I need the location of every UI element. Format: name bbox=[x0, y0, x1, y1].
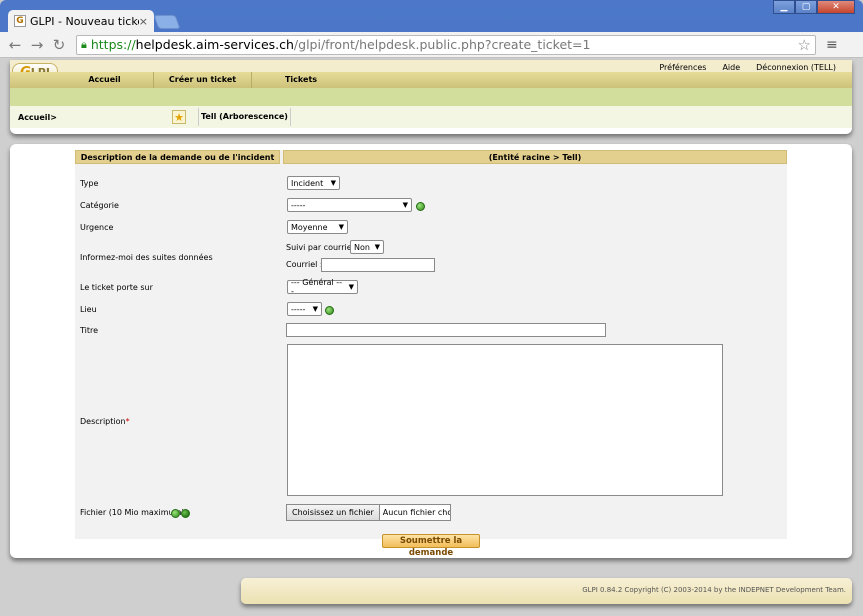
type-select[interactable]: Incident ▼ bbox=[287, 176, 340, 190]
form-header: Description de la demande ou de l'incide… bbox=[75, 150, 787, 164]
required-marker: * bbox=[125, 417, 130, 426]
ticket-form: Description de la demande ou de l'incide… bbox=[75, 150, 787, 558]
breadcrumb-bar: Accueil> ★ Tell (Arborescence) bbox=[10, 106, 852, 128]
url-scheme: https:// bbox=[90, 37, 136, 52]
dropdown-arrow-icon: ▼ bbox=[338, 223, 344, 231]
category-select[interactable]: ----- ▼ bbox=[287, 198, 412, 212]
file-status: Aucun fichier choisi bbox=[382, 508, 450, 517]
glpi-header: GLPI Préférences Aide Déconnexion (TELL)… bbox=[10, 60, 852, 134]
preferences-menu: Préférences Aide Déconnexion (TELL) bbox=[659, 63, 836, 72]
email-input[interactable] bbox=[321, 258, 435, 272]
lock-icon: 🔒︎ bbox=[81, 37, 87, 51]
url-path: /glpi/front/helpdesk.public.php?create_t… bbox=[293, 37, 591, 52]
minimize-icon[interactable]: ▁ bbox=[773, 0, 795, 14]
dropdown-arrow-icon: ▼ bbox=[330, 179, 336, 187]
glpi-favicon-icon: G bbox=[14, 15, 26, 27]
window-controls: ▁ ▢ ✕ bbox=[773, 0, 855, 14]
menu-item-home[interactable]: Accueil bbox=[56, 72, 154, 88]
form-header-description: Description de la demande ou de l'incide… bbox=[75, 150, 280, 164]
submit-button[interactable]: Soumettre la demande bbox=[382, 534, 480, 558]
browser-toolbar: ← → ↻ 🔒︎ https:// helpdesk.aim-services.… bbox=[0, 32, 863, 58]
description-textarea[interactable] bbox=[287, 344, 723, 496]
tab-title: GLPI - Nouveau ticket bbox=[30, 14, 139, 28]
maximize-icon[interactable]: ▢ bbox=[795, 0, 817, 14]
sub-menu bbox=[10, 88, 852, 106]
item-label: Le ticket porte sur bbox=[80, 283, 153, 292]
choose-file-button[interactable]: Choisissez un fichier bbox=[287, 505, 380, 520]
category-add-icon[interactable] bbox=[416, 202, 425, 211]
title-label: Titre bbox=[80, 326, 99, 335]
category-value: ----- bbox=[291, 200, 306, 210]
menu-item-tickets[interactable]: Tickets bbox=[252, 72, 350, 88]
back-arrow-icon[interactable]: ← bbox=[6, 36, 24, 54]
followup-label: Suivi par courriel bbox=[286, 243, 354, 252]
footer: GLPI 0.84.2 Copyright (C) 2003-2014 by t… bbox=[241, 578, 852, 604]
urgency-value: Moyenne bbox=[291, 222, 328, 232]
dropdown-arrow-icon: ▼ bbox=[312, 305, 318, 313]
page-viewport: GLPI Préférences Aide Déconnexion (TELL)… bbox=[0, 58, 863, 616]
type-value: Incident bbox=[291, 178, 324, 188]
main-menu: Accueil Créer un ticket Tickets bbox=[10, 72, 852, 88]
inform-label: Informez-moi des suites données bbox=[80, 253, 213, 262]
file-info-icon[interactable] bbox=[171, 509, 180, 518]
browser-menu-icon[interactable]: ≡ bbox=[826, 37, 838, 53]
followup-value: Non bbox=[354, 242, 370, 252]
address-bar[interactable]: 🔒︎ https:// helpdesk.aim-services.ch /gl… bbox=[76, 34, 816, 55]
file-add-icon[interactable] bbox=[181, 509, 190, 518]
reload-icon[interactable]: ↻ bbox=[50, 36, 68, 54]
followup-select[interactable]: Non ▼ bbox=[350, 240, 384, 254]
title-input[interactable] bbox=[286, 323, 606, 337]
location-add-icon[interactable] bbox=[325, 306, 334, 315]
menu-item-create-ticket[interactable]: Créer un ticket bbox=[154, 72, 252, 88]
item-select[interactable]: --- Général --- ▼ bbox=[287, 278, 358, 296]
logout-link[interactable]: Déconnexion (TELL) bbox=[756, 63, 836, 72]
item-value: --- Général --- bbox=[291, 278, 343, 296]
location-value: ----- bbox=[291, 304, 306, 314]
location-select[interactable]: ----- ▼ bbox=[287, 302, 322, 316]
location-label: Lieu bbox=[80, 305, 97, 314]
close-tab-icon[interactable]: × bbox=[139, 15, 148, 28]
file-input[interactable]: Choisissez un fichier Aucun fichier choi… bbox=[286, 504, 451, 521]
description-label: Description* bbox=[80, 417, 130, 426]
entity-selector[interactable]: Tell (Arborescence) bbox=[198, 108, 291, 126]
footer-copyright: GLPI 0.84.2 Copyright (C) 2003-2014 by t… bbox=[582, 586, 846, 594]
dropdown-arrow-icon: ▼ bbox=[374, 243, 380, 251]
urgency-select[interactable]: Moyenne ▼ bbox=[287, 220, 348, 234]
description-label-text: Description bbox=[80, 417, 126, 426]
main-content: Description de la demande ou de l'incide… bbox=[10, 144, 852, 558]
type-label: Type bbox=[80, 179, 99, 188]
file-label: Fichier (10 Mio maximum) bbox=[80, 508, 185, 517]
breadcrumb[interactable]: Accueil> bbox=[18, 113, 172, 122]
close-window-icon[interactable]: ✕ bbox=[817, 0, 855, 14]
browser-tab[interactable]: G GLPI - Nouveau ticket × bbox=[8, 10, 154, 32]
preferences-link[interactable]: Préférences bbox=[659, 63, 706, 72]
category-label: Catégorie bbox=[80, 201, 119, 210]
forward-arrow-icon[interactable]: → bbox=[28, 36, 46, 54]
url-host: helpdesk.aim-services.ch bbox=[135, 37, 294, 52]
bookmark-star-icon[interactable]: ☆ bbox=[798, 36, 811, 54]
tab-strip: G GLPI - Nouveau ticket × ▁ ▢ ✕ bbox=[0, 0, 863, 32]
browser-window: G GLPI - Nouveau ticket × ▁ ▢ ✕ ← → ↻ 🔒︎… bbox=[0, 0, 863, 616]
favorite-star-icon[interactable]: ★ bbox=[172, 110, 186, 124]
new-tab-button[interactable] bbox=[153, 15, 181, 29]
dropdown-arrow-icon: ▼ bbox=[402, 201, 408, 209]
urgency-label: Urgence bbox=[80, 223, 114, 232]
form-header-entity: (Entité racine > Tell) bbox=[283, 150, 787, 164]
email-label: Courriel : bbox=[286, 260, 323, 269]
help-link[interactable]: Aide bbox=[722, 63, 740, 72]
dropdown-arrow-icon: ▼ bbox=[348, 283, 354, 291]
